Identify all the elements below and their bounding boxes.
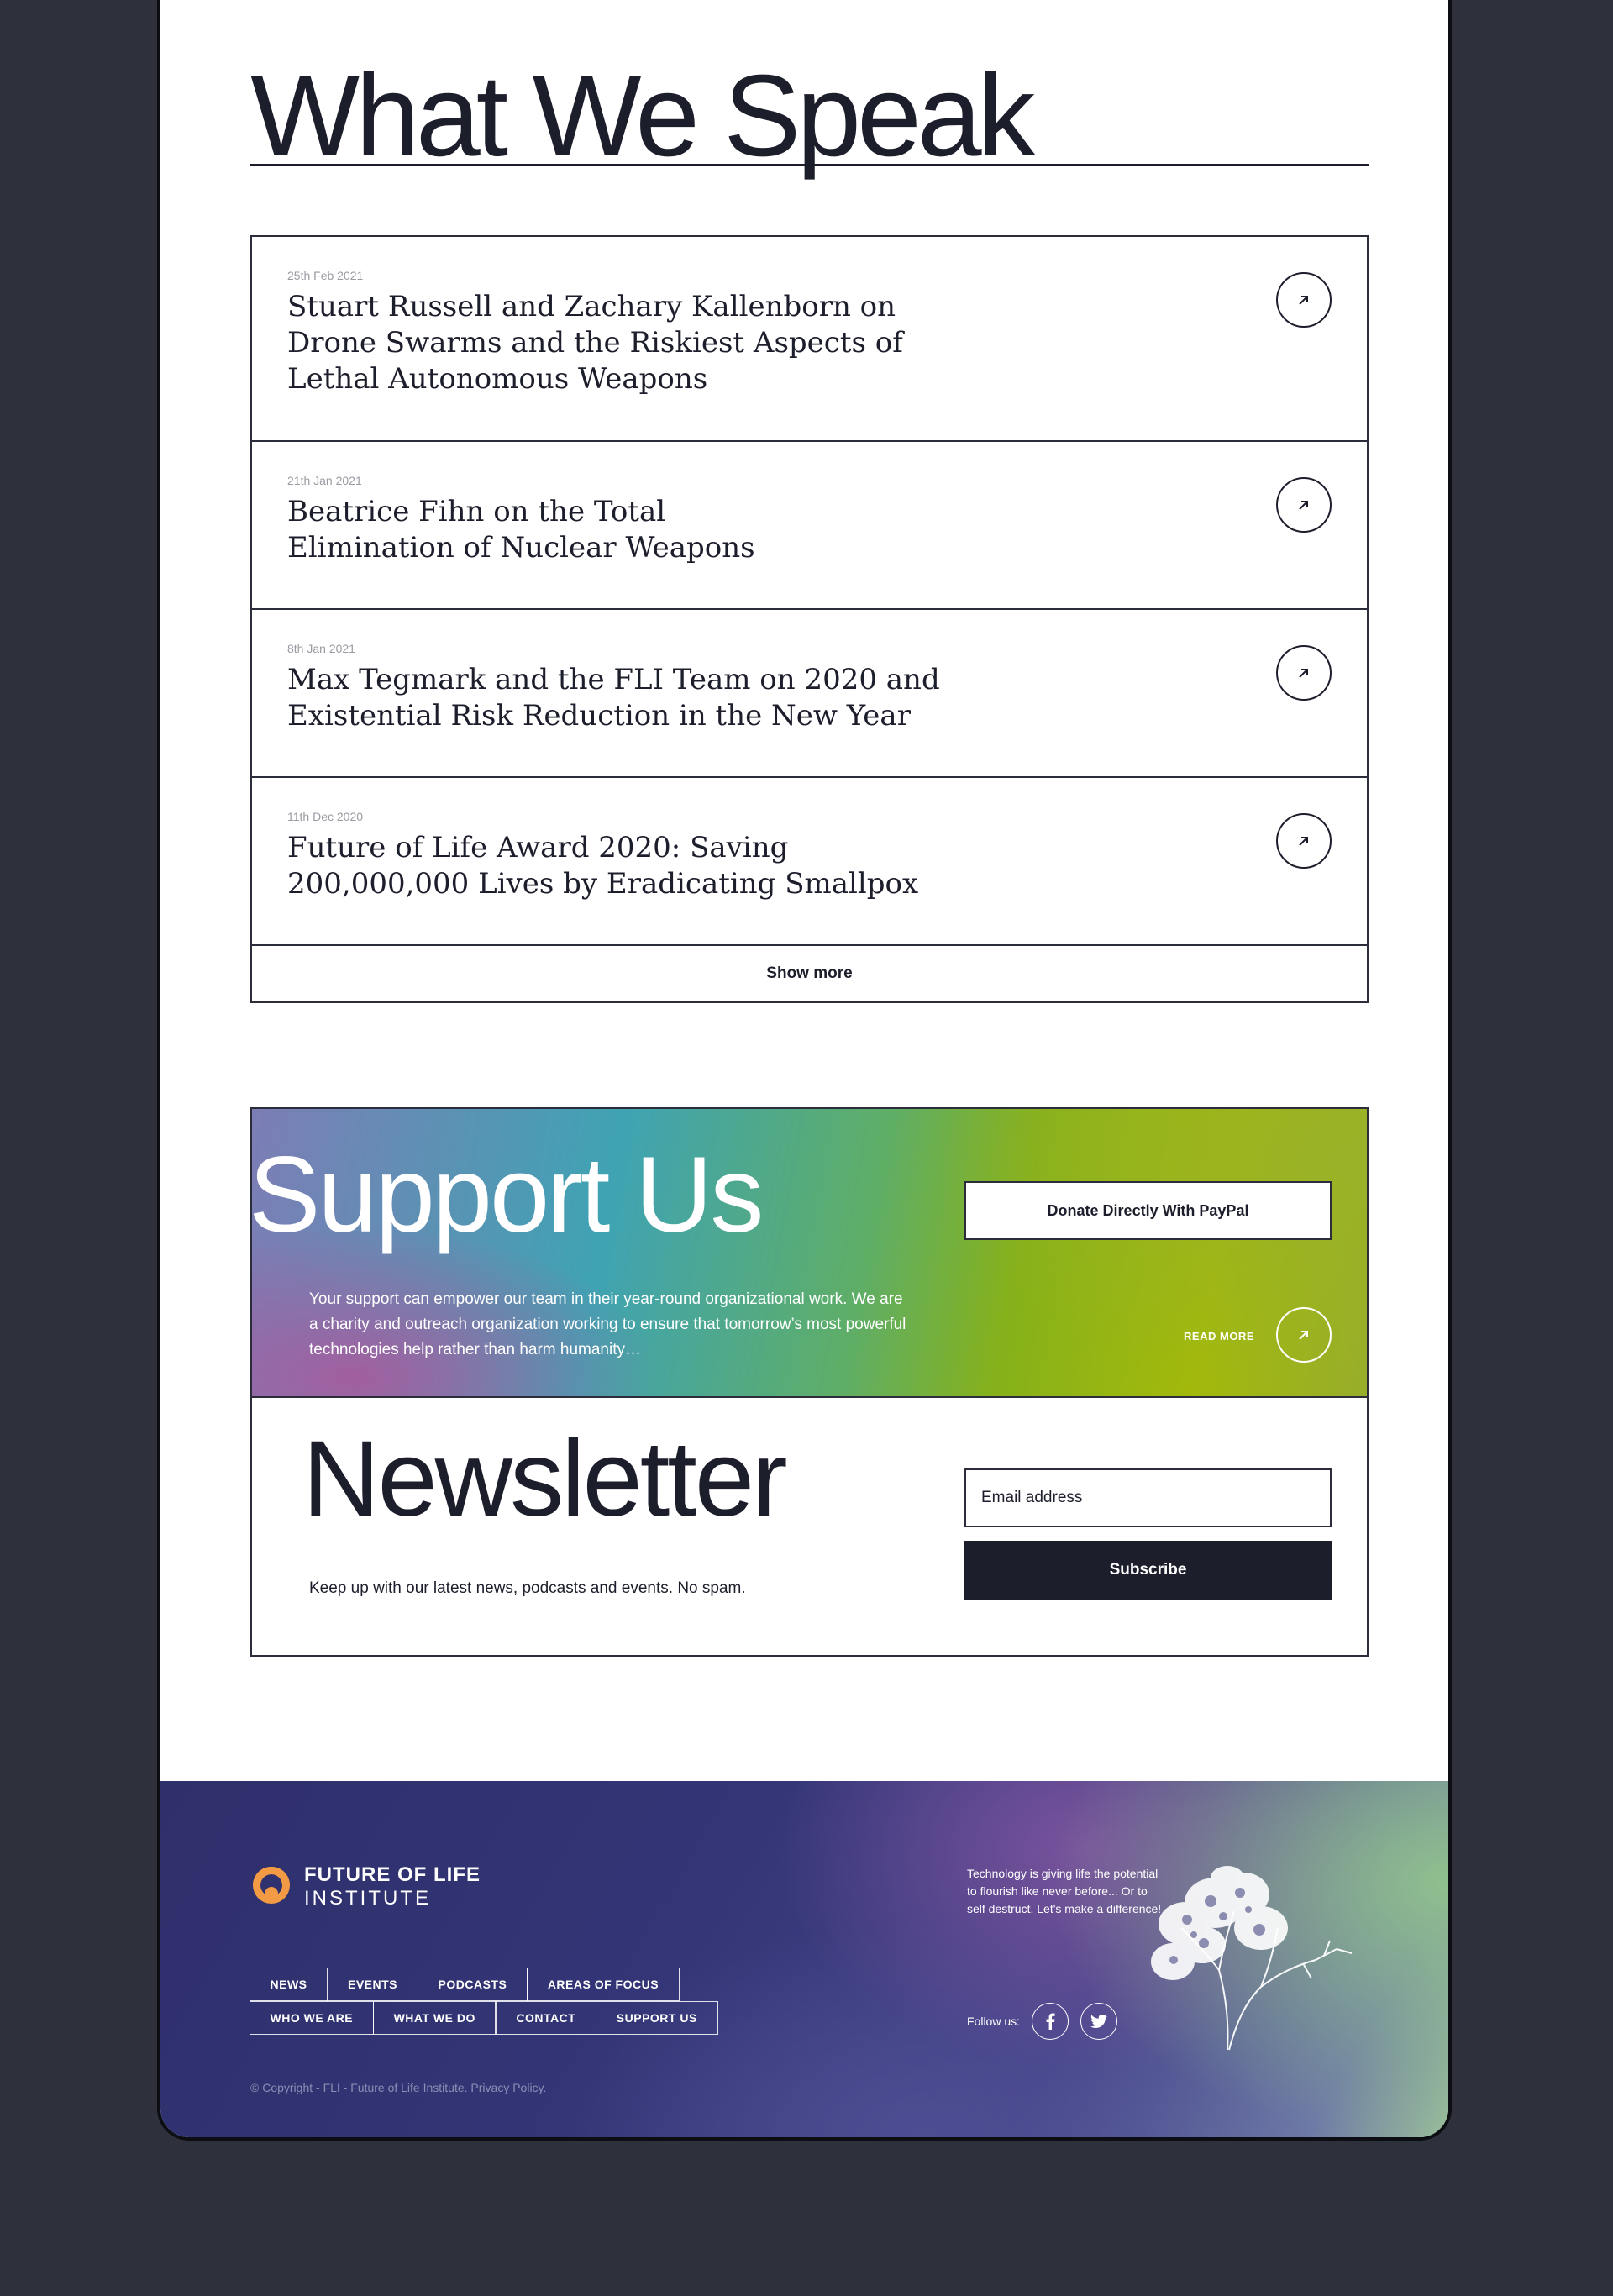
- footer-nav-areas-of-focus[interactable]: AREAS OF FOCUS: [526, 1968, 680, 2001]
- show-more-button[interactable]: Show more: [252, 946, 1367, 1001]
- footer-nav-support-us[interactable]: SUPPORT US: [595, 2001, 718, 2035]
- newsletter-heading: Newsletter: [302, 1419, 788, 1539]
- open-article-button[interactable]: [1276, 645, 1332, 701]
- open-article-button[interactable]: [1276, 272, 1332, 328]
- page-frame: What We Speak 25th Feb 2021 Stuart Russe…: [157, 0, 1452, 2141]
- article-title[interactable]: Beatrice Fihn on the Total Elimination o…: [287, 494, 825, 566]
- footer-nav-who-we-are[interactable]: WHO WE ARE: [249, 2001, 375, 2035]
- fli-logo[interactable]: FUTURE OF LIFE INSTITUTE: [250, 1863, 481, 1910]
- tree-illustration: [1151, 1866, 1353, 2051]
- support-us-section: Support Us Your support can empower our …: [250, 1107, 1369, 1398]
- footer: FUTURE OF LIFE INSTITUTE NEWS EVENTS POD…: [160, 1781, 1448, 2137]
- donate-paypal-button[interactable]: Donate Directly With PayPal: [964, 1181, 1332, 1240]
- article-item[interactable]: 21th Jan 2021 Beatrice Fihn on the Total…: [252, 442, 1367, 610]
- copyright-text: © Copyright - FLI - Future of Life Insti…: [250, 2081, 547, 2094]
- newsletter-description: Keep up with our latest news, podcasts a…: [309, 1579, 746, 1597]
- twitter-icon: [1090, 2015, 1108, 2028]
- footer-nav-row-2: WHO WE ARE WHAT WE DO CONTACT SUPPORT US: [249, 2001, 718, 2035]
- subscribe-button[interactable]: Subscribe: [964, 1541, 1332, 1600]
- footer-nav-events[interactable]: EVENTS: [327, 1968, 419, 2001]
- facebook-button[interactable]: [1032, 2003, 1069, 2040]
- arrow-up-right-icon: [1299, 296, 1308, 305]
- arrow-up-right-icon: [1299, 669, 1308, 678]
- article-title[interactable]: Max Tegmark and the FLI Team on 2020 and…: [287, 662, 951, 734]
- article-list: 25th Feb 2021 Stuart Russell and Zachary…: [250, 235, 1369, 1003]
- support-us-heading: Support Us: [250, 1135, 764, 1255]
- footer-nav-news[interactable]: NEWS: [249, 1968, 328, 2001]
- arrow-up-right-icon: [1299, 501, 1308, 510]
- logo-line1: FUTURE OF LIFE: [304, 1863, 481, 1886]
- footer-nav-row-1: NEWS EVENTS PODCASTS AREAS OF FOCUS: [249, 1968, 680, 2001]
- twitter-button[interactable]: [1080, 2003, 1118, 2040]
- article-title[interactable]: Stuart Russell and Zachary Kallenborn on…: [287, 289, 976, 397]
- follow-us: Follow us:: [967, 2003, 1118, 2040]
- logo-line2: INSTITUTE: [304, 1887, 431, 1910]
- facebook-icon: [1046, 2013, 1055, 2030]
- open-article-button[interactable]: [1276, 477, 1332, 533]
- heading-underline: [250, 164, 1369, 166]
- footer-nav-contact[interactable]: CONTACT: [495, 2001, 597, 2035]
- what-we-speak-heading: What We Speak: [250, 51, 1036, 181]
- fli-logo-icon: [253, 1867, 290, 1904]
- footer-nav-podcasts[interactable]: PODCASTS: [417, 1968, 528, 2001]
- article-date: 11th Dec 2020: [287, 810, 364, 823]
- read-more-link[interactable]: READ MORE: [1184, 1330, 1254, 1342]
- email-field[interactable]: [964, 1468, 1332, 1527]
- article-date: 21th Jan 2021: [287, 474, 362, 487]
- follow-us-label: Follow us:: [967, 2015, 1021, 2028]
- read-more-button[interactable]: [1276, 1307, 1332, 1363]
- article-item[interactable]: 8th Jan 2021 Max Tegmark and the FLI Tea…: [252, 610, 1367, 778]
- article-date: 25th Feb 2021: [287, 269, 364, 282]
- article-item[interactable]: 11th Dec 2020 Future of Life Award 2020:…: [252, 778, 1367, 946]
- arrow-up-right-icon: [1299, 1331, 1308, 1340]
- newsletter-section: Newsletter Keep up with our latest news,…: [250, 1396, 1369, 1657]
- article-item[interactable]: 25th Feb 2021 Stuart Russell and Zachary…: [252, 237, 1367, 442]
- arrow-up-right-icon: [1299, 837, 1308, 846]
- article-title[interactable]: Future of Life Award 2020: Saving 200,00…: [287, 830, 951, 902]
- footer-nav-what-we-do[interactable]: WHAT WE DO: [372, 2001, 497, 2035]
- article-date: 8th Jan 2021: [287, 642, 355, 655]
- open-article-button[interactable]: [1276, 813, 1332, 869]
- support-description: Your support can empower our team in the…: [309, 1290, 906, 1358]
